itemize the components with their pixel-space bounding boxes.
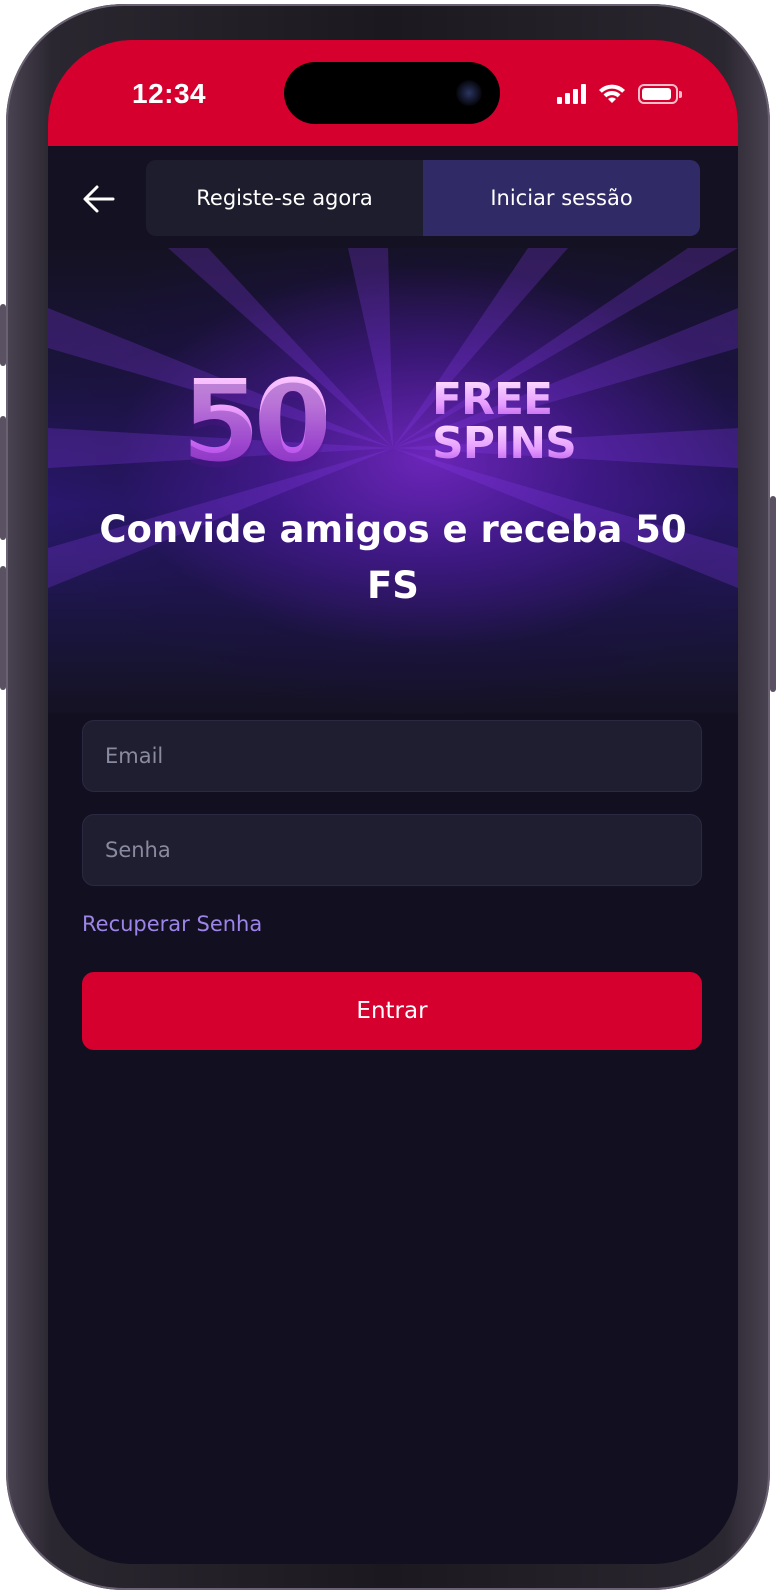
recover-password-link[interactable]: Recuperar Senha	[82, 912, 262, 936]
banner-title: Convide amigos e receba 50 FS	[99, 508, 687, 607]
header: Registe-se agora Iniciar sessão	[48, 146, 738, 248]
power-button	[770, 496, 776, 692]
volume-up-button	[0, 416, 6, 540]
arrow-left-icon	[83, 185, 115, 213]
login-form: Recuperar Senha Entrar	[82, 720, 702, 1050]
wifi-icon	[599, 84, 625, 103]
battery-icon	[638, 84, 682, 104]
promo-words: FREE SPINS	[432, 378, 577, 469]
front-camera-icon	[456, 80, 482, 106]
login-button[interactable]: Entrar	[82, 972, 702, 1050]
back-button[interactable]	[74, 174, 124, 224]
promo-word-free: FREE	[432, 378, 576, 422]
tab-login[interactable]: Iniciar sessão	[423, 160, 700, 236]
status-bar: 12:34	[48, 40, 738, 146]
status-icons	[557, 80, 682, 108]
cellular-signal-icon	[557, 84, 586, 104]
tab-register[interactable]: Registe-se agora	[146, 160, 423, 236]
battery-level	[642, 88, 671, 100]
dynamic-island	[284, 62, 500, 124]
status-time: 12:34	[132, 78, 207, 109]
action-button	[0, 304, 6, 366]
email-field[interactable]	[82, 720, 702, 792]
promo-word-spins: SPINS	[432, 418, 577, 469]
phone-frame: 12:34 Registe-se agora Iniciar sessão 50…	[0, 4, 776, 1590]
promo-number: 50	[182, 357, 332, 487]
app-screen: 12:34 Registe-se agora Iniciar sessão 50…	[48, 40, 738, 1564]
volume-down-button	[0, 566, 6, 690]
password-field[interactable]	[82, 814, 702, 886]
auth-tabs: Registe-se agora Iniciar sessão	[146, 160, 700, 236]
promo-banner: 50 FREE SPINS Convide amigos e receba 50…	[48, 248, 738, 714]
free-spins-logo: 50 FREE SPINS	[182, 362, 602, 482]
